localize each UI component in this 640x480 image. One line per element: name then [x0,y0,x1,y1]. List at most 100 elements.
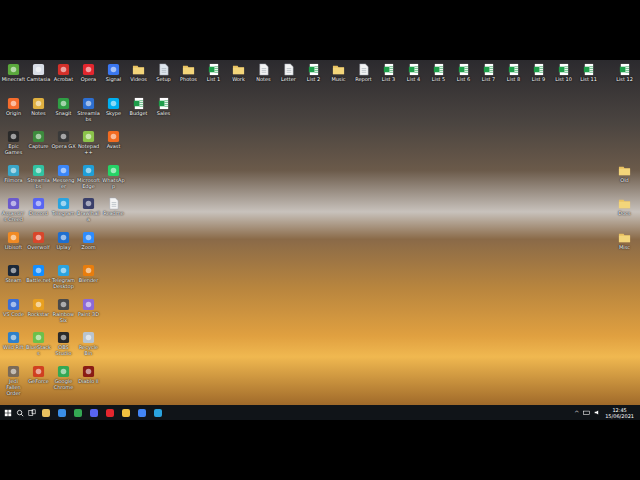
desktop-icon[interactable]: Notes [26,97,51,131]
desktop-icon[interactable]: Avast [101,130,126,164]
icon-label: Telegram Desktop [51,277,76,289]
desktop-icon[interactable]: Messenger [51,164,76,198]
desktop-icon[interactable]: BlueStacks [26,331,51,365]
desktop-icon[interactable]: Readme [101,197,126,231]
desktop-icon[interactable]: Overwolf [26,231,51,265]
date: 15/06/2021 [605,413,634,419]
desktop-icon[interactable]: List 5 [426,63,451,97]
desktop-icon[interactable]: Music [326,63,351,97]
desktop-icon[interactable]: Steam [1,264,26,298]
desktop-icon[interactable]: Telegram [51,197,76,231]
desktop-icon[interactable]: Recycle Bin [76,331,101,365]
desktop-icon[interactable]: Skype [101,97,126,131]
desktop-icon[interactable]: Work [226,63,251,97]
desktop-icon[interactable]: Wild Rift [1,331,26,365]
icon-label: List 9 [526,76,551,82]
search-icon[interactable] [16,409,24,417]
desktop-icon[interactable]: Capture [26,130,51,164]
desktop-icon[interactable]: Report [351,63,376,97]
desktop-icon[interactable]: List 2 [301,63,326,97]
app-icon [7,365,20,378]
taskbar: ^ 12:4515/06/2021 [0,405,640,420]
pinned-app[interactable] [104,405,116,420]
desktop-icon[interactable]: GeForce [26,365,51,399]
desktop-icon[interactable]: Setup [151,63,176,97]
desktop-icon[interactable]: Origin [1,97,26,131]
desktop-icon[interactable]: Brawlhalla [76,197,101,231]
icon-label: Microsoft Edge [76,177,101,189]
icon-label: List 10 [551,76,576,82]
pinned-app[interactable] [56,405,68,420]
desktop-icon[interactable]: Budget [126,97,151,131]
desktop-icon[interactable]: List 3 [376,63,401,97]
pinned-app[interactable] [152,405,164,420]
desktop-icon[interactable]: List 7 [476,63,501,97]
pinned-app[interactable] [72,405,84,420]
desktop-icon[interactable]: Docs [612,197,637,231]
desktop-icon[interactable]: Minecraft [1,63,26,97]
pinned-app[interactable] [120,405,132,420]
desktop-icon[interactable]: Telegram Desktop [51,264,76,298]
network-icon[interactable] [583,409,590,416]
windows-start-icon[interactable] [4,409,12,417]
desktop-icon[interactable]: Rainbow Six [51,298,76,332]
icon-label: Telegram [51,210,76,216]
desktop-icon[interactable]: Diablo II [76,365,101,399]
pinned-app[interactable] [40,405,52,420]
desktop-icon[interactable]: Discord [26,197,51,231]
desktop-icon[interactable]: OBS Studio [51,331,76,365]
desktop-icon[interactable]: Snagit [51,97,76,131]
desktop-icon[interactable]: Letter [276,63,301,97]
desktop-icon[interactable]: Opera GX [51,130,76,164]
folder-icon [332,63,345,76]
desktop-icon[interactable]: Photos [176,63,201,97]
desktop-icon[interactable]: VS Code [1,298,26,332]
volume-icon[interactable] [594,409,601,416]
desktop-icon[interactable]: WhatsApp [101,164,126,198]
desktop-icon[interactable]: List 9 [526,63,551,97]
desktop-icon[interactable]: Streamlabs [76,97,101,131]
desktop-icon[interactable]: Paint 3D [76,298,101,332]
desktop-icon[interactable]: Notes [251,63,276,97]
desktop-icon[interactable]: Uplay [51,231,76,265]
desktop-icon[interactable]: Zoom [76,231,101,265]
desktop-icon[interactable]: Signal [101,63,126,97]
desktop-icon[interactable]: List 12 [612,63,637,97]
desktop-icon[interactable]: List 4 [401,63,426,97]
desktop-icon[interactable]: Blender [76,264,101,298]
desktop-icon[interactable]: Opera [76,63,101,97]
desktop-icon[interactable]: Sales [151,97,176,131]
desktop-icon[interactable]: Jedi Fallen Order [1,365,26,399]
desktop-icon[interactable]: List 8 [501,63,526,97]
desktop-icon[interactable]: Misc [612,231,637,265]
desktop-icon[interactable]: Videos [126,63,151,97]
task-view-icon[interactable] [28,409,36,417]
desktop-icon[interactable]: Assassin's Creed [1,197,26,231]
app-icon [32,97,45,110]
desktop-icon[interactable]: Filmora [1,164,26,198]
icon-column: OperaStreamlabs Notepad++ Microsoft Edge Br… [76,63,101,405]
desktop-icon[interactable]: Epic Games [1,130,26,164]
desktop-icon[interactable]: Streamlabs [26,164,51,198]
desktop-icon[interactable]: List 10 [551,63,576,97]
desktop-icon[interactable]: Battle.net [26,264,51,298]
pinned-app[interactable] [136,405,148,420]
pinned-app[interactable] [88,405,100,420]
desktop-icon[interactable]: Rockstar [26,298,51,332]
spreadsheet-icon [482,63,495,76]
clock[interactable]: 12:4515/06/2021 [605,407,636,419]
desktop-icon[interactable]: List 6 [451,63,476,97]
desktop-icon[interactable]: Old [612,164,637,198]
desktop-icon[interactable]: Acrobat [51,63,76,97]
icon-label: Overwolf [26,244,51,250]
desktop-icon[interactable]: Notepad++ [76,130,101,164]
icon-label: Notepad++ [76,143,101,155]
tray-chevron[interactable]: ^ [574,409,579,416]
desktop-icon[interactable]: Microsoft Edge [76,164,101,198]
desktop-icon[interactable]: List 11 [576,63,601,97]
desktop-icon[interactable]: Ubisoft [1,231,26,265]
desktop-icon[interactable]: List 1 [201,63,226,97]
desktop-icon[interactable]: Google Chrome [51,365,76,399]
desktop-icon[interactable]: Camtasia [26,63,51,97]
icon-label: Docs [612,210,637,216]
